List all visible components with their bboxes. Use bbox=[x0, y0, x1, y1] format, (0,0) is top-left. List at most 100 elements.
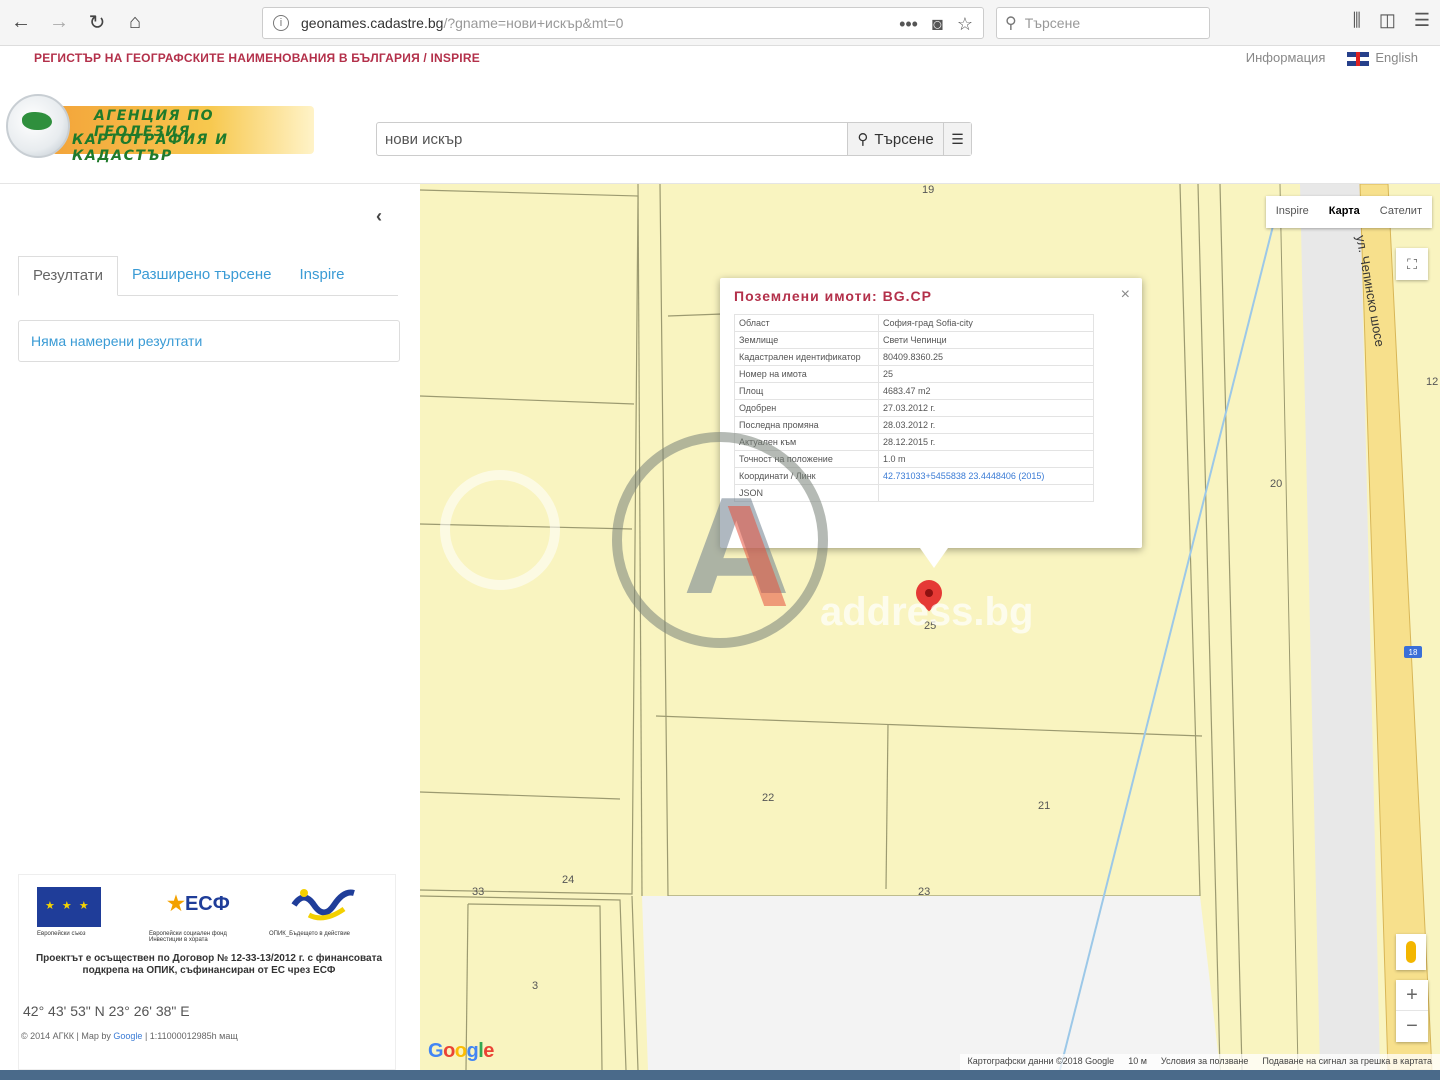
attribute-key: Актуален към bbox=[734, 433, 879, 451]
info-link[interactable]: Информация bbox=[1246, 50, 1326, 65]
esf-logo: ★ЕСФ bbox=[167, 893, 230, 915]
attribute-value: 28.12.2015 г. bbox=[878, 433, 1094, 451]
more-actions-icon[interactable]: ••• bbox=[899, 14, 918, 35]
os-taskbar bbox=[0, 1070, 1440, 1080]
register-title[interactable]: РЕГИСТЪР НА ГЕОГРАФСКИТЕ НАИМЕНОВАНИЯ В … bbox=[34, 51, 480, 65]
terms-link[interactable]: Условия за ползване bbox=[1161, 1056, 1249, 1068]
table-row: Координати / Линк 42.731033+5455838 23.44… bbox=[734, 467, 1094, 485]
site-top-strip: РЕГИСТЪР НА ГЕОГРАФСКИТЕ НАИМЕНОВАНИЯ В … bbox=[0, 46, 1440, 72]
attribute-value[interactable] bbox=[878, 484, 1094, 502]
attribute-value: 4683.47 m2 bbox=[878, 382, 1094, 400]
map-data-attribution[interactable]: Картографски данни ©2018 Google bbox=[968, 1056, 1115, 1068]
zoom-out-button[interactable]: − bbox=[1396, 1011, 1428, 1042]
list-menu-button[interactable]: ☰ bbox=[943, 123, 971, 155]
road-number-badge: 18 bbox=[1404, 646, 1422, 658]
site-header: АГЕНЦИЯ ПО ГЕОДЕЗИЯ, КАРТОГРАФИЯ И КАДАС… bbox=[0, 72, 1440, 184]
bookmark-star-icon[interactable]: ☆ bbox=[957, 14, 973, 35]
attribute-value: 80409.8360.25 bbox=[878, 348, 1094, 366]
table-row: Актуален към 28.12.2015 г. bbox=[734, 433, 1094, 451]
place-search-input[interactable] bbox=[377, 123, 847, 155]
collapse-panel-icon[interactable]: ‹ bbox=[376, 206, 382, 227]
attribute-key: Последна промяна bbox=[734, 416, 879, 434]
site-search: ⚲ Търсене ☰ bbox=[376, 122, 972, 156]
english-link-label: English bbox=[1375, 50, 1418, 65]
tab-inspire[interactable]: Inspire bbox=[285, 256, 358, 295]
attribute-key: Одобрен bbox=[734, 399, 879, 417]
attribute-value[interactable]: 42.731033+5455838 23.4448406 (2015) bbox=[878, 467, 1094, 485]
pocket-icon[interactable]: ◙ bbox=[932, 14, 943, 35]
browser-search-input[interactable]: ⚲ Търсене bbox=[996, 7, 1210, 39]
cursor-coordinates: 42° 43' 53" N 23° 26' 38" E bbox=[23, 1003, 190, 1019]
cadastral-map[interactable]: 19 20 21 22 23 24 25 33 3 12 ул. Чепинск… bbox=[420, 184, 1440, 1070]
close-icon[interactable]: × bbox=[1121, 286, 1130, 304]
attribute-value: 28.03.2012 г. bbox=[878, 416, 1094, 434]
url-path: /?gname=нови+искър&mt=0 bbox=[443, 15, 624, 31]
browser-search-placeholder: Търсене bbox=[1024, 15, 1081, 31]
opik-logo bbox=[291, 889, 355, 921]
left-panel: ‹ Резултати Разширено търсене Inspire Ня… bbox=[0, 184, 420, 1070]
map-type-map[interactable]: Карта bbox=[1319, 196, 1370, 228]
search-button-label: Търсене bbox=[874, 130, 934, 148]
attribute-value: 27.03.2012 г. bbox=[878, 399, 1094, 417]
forward-icon[interactable]: → bbox=[42, 6, 76, 40]
attribute-key: Координати / Линк bbox=[734, 467, 879, 485]
attribute-key: Землище bbox=[734, 331, 879, 349]
search-button[interactable]: ⚲ Търсене bbox=[847, 123, 943, 155]
google-logo[interactable]: Google bbox=[428, 1040, 494, 1063]
attribute-key: JSON bbox=[734, 484, 879, 502]
attribute-value: 1.0 m bbox=[878, 450, 1094, 468]
eu-funding-box: Европейски съюз ★ЕСФ Европейски социален… bbox=[18, 874, 396, 1070]
map-credits: © 2014 АГКК | Map by Google | 1:11000012… bbox=[21, 1031, 238, 1041]
credits-prefix: © 2014 АГКК | Map by bbox=[21, 1031, 111, 1041]
panel-tabs: Резултати Разширено търсене Inspire bbox=[18, 256, 398, 296]
attribute-value: София-град Sofia-city bbox=[878, 314, 1094, 332]
parcel-info-popup: Поземлени имоти: BG.CP × Област София-гра… bbox=[720, 278, 1142, 568]
tab-results[interactable]: Резултати bbox=[18, 256, 118, 296]
table-row: JSON bbox=[734, 484, 1094, 502]
sidebar-icon[interactable]: ◫ bbox=[1379, 10, 1396, 31]
parcel-label: 25 bbox=[924, 620, 937, 632]
parcel-attributes-table: Област София-град Sofia-city Землище Свети … bbox=[734, 314, 1094, 502]
back-icon[interactable]: ← bbox=[4, 6, 38, 40]
table-row: Номер на имота 25 bbox=[734, 365, 1094, 383]
credits-google-link[interactable]: Google bbox=[113, 1031, 142, 1041]
globe-icon bbox=[6, 94, 70, 158]
attribute-key: Точност на положение bbox=[734, 450, 879, 468]
parcel-label: 20 bbox=[1270, 478, 1283, 490]
report-error-link[interactable]: Подаване на сигнал за грешка в картата bbox=[1262, 1056, 1432, 1068]
map-type-control: Inspire Карта Сателит bbox=[1265, 196, 1432, 228]
url-text: geonames.cadastre.bg/?gname=нови+искър&m… bbox=[301, 15, 623, 31]
english-link[interactable]: English bbox=[1347, 50, 1418, 66]
map-type-satellite[interactable]: Сателит bbox=[1370, 196, 1432, 228]
fullscreen-icon[interactable]: ⛶ bbox=[1396, 248, 1428, 280]
attribute-key: Номер на имота bbox=[734, 365, 879, 383]
parcel-label: 12 bbox=[1426, 376, 1439, 388]
info-icon[interactable]: i bbox=[273, 15, 289, 31]
table-row: Точност на положение 1.0 m bbox=[734, 450, 1094, 468]
parcel-label: 23 bbox=[918, 886, 931, 898]
map-footer: Картографски данни ©2018 Google 10 м Усл… bbox=[959, 1054, 1440, 1070]
map-type-inspire[interactable]: Inspire bbox=[1266, 196, 1319, 228]
eu-caption: Европейски съюз bbox=[37, 931, 86, 937]
popup-title: Поземлени имоти: BG.CP bbox=[734, 288, 932, 304]
address-bar[interactable]: i geonames.cadastre.bg/?gname=нови+искър… bbox=[262, 7, 984, 39]
hamburger-menu-icon[interactable]: ☰ bbox=[1414, 10, 1430, 31]
tab-advanced-search[interactable]: Разширено търсене bbox=[118, 256, 286, 295]
parcel-label: 33 bbox=[472, 886, 485, 898]
opik-caption: ОПИК_Бъдещето в действие bbox=[269, 931, 351, 937]
eu-flag-logo bbox=[37, 887, 101, 927]
home-icon[interactable]: ⌂ bbox=[118, 6, 152, 40]
library-icon[interactable]: ⫼ bbox=[1353, 10, 1361, 31]
esf-caption: Европейски социален фонд Инвестиции в хо… bbox=[149, 931, 227, 943]
attribute-key: Площ bbox=[734, 382, 879, 400]
search-icon: ⚲ bbox=[1005, 15, 1017, 32]
street-view-pegman-icon[interactable] bbox=[1396, 934, 1426, 970]
table-row: Кадастрален идентификатор 80409.8360.25 bbox=[734, 348, 1094, 366]
table-row: Одобрен 27.03.2012 г. bbox=[734, 399, 1094, 417]
scale-bar[interactable]: 10 м bbox=[1128, 1056, 1147, 1068]
reload-icon[interactable]: ↻ bbox=[80, 6, 114, 40]
parcel-label: 3 bbox=[532, 980, 539, 992]
zoom-in-button[interactable]: + bbox=[1396, 980, 1428, 1011]
no-results-message: Няма намерени резултати bbox=[18, 320, 400, 362]
agency-logo[interactable]: АГЕНЦИЯ ПО ГЕОДЕЗИЯ, КАРТОГРАФИЯ И КАДАС… bbox=[6, 92, 316, 164]
